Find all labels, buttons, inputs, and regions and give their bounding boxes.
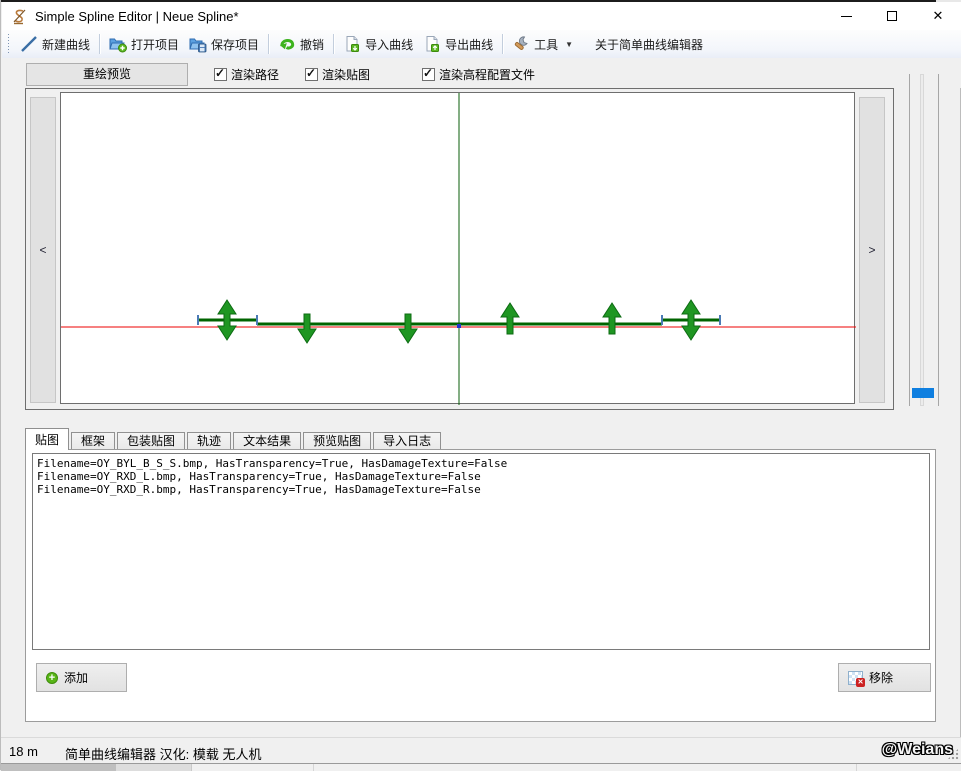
toolbar-separator [502, 34, 503, 54]
caret-down-icon: ▼ [565, 40, 573, 49]
minimize-button[interactable] [823, 2, 869, 30]
status-length: 18 m [9, 744, 38, 759]
add-texture-button[interactable]: + 添加 [36, 663, 127, 692]
remove-x-icon: ✕ [856, 678, 865, 687]
render-texture-checkbox[interactable]: ✓ 渲染贴图 [305, 66, 370, 83]
status-bar: 18 m 简单曲线编辑器 汉化: 模载 无人机 @Weians [1, 737, 961, 763]
toolbar-separator [333, 34, 334, 54]
texture-list-item: Filename=OY_RXD_L.bmp, HasTransparency=T… [37, 470, 481, 483]
pan-left-button[interactable]: < [30, 97, 56, 403]
add-plus-icon: + [46, 672, 58, 684]
tab-strip: 贴图 框架 包装贴图 轨迹 文本结果 预览贴图 导入日志 [25, 428, 936, 450]
zoom-slider[interactable] [901, 72, 946, 410]
close-button[interactable]: ✕ [915, 2, 961, 30]
close-icon: ✕ [933, 8, 944, 24]
options-row: 重绘预览 ✓ 渲染路径 ✓ 渲染贴图 ✓ 渲染高程配置文件 [2, 58, 961, 88]
tab-preview-texture[interactable]: 预览贴图 [303, 432, 371, 450]
checkbox-checked-icon: ✓ [305, 68, 318, 81]
checkbox-checked-icon: ✓ [214, 68, 227, 81]
redraw-preview-button[interactable]: 重绘预览 [26, 63, 188, 86]
checkbox-checked-icon: ✓ [422, 68, 435, 81]
maximize-icon [887, 11, 897, 21]
titlebar: Simple Spline Editor | Neue Spline* ✕ [2, 2, 961, 30]
status-app-info: 简单曲线编辑器 汉化: 模载 无人机 [65, 744, 261, 763]
watermark: @Weians [882, 741, 953, 759]
wrench-icon [512, 35, 530, 53]
tab-textures[interactable]: 贴图 [25, 428, 69, 450]
import-curve-button[interactable]: 导入曲线 [338, 32, 418, 56]
remove-image-icon: ✕ [848, 671, 863, 685]
spline-canvas[interactable] [60, 92, 855, 404]
tab-text-result[interactable]: 文本结果 [233, 432, 301, 450]
new-curve-button[interactable]: 新建曲线 [15, 32, 95, 56]
main-toolbar: 新建曲线 打开项目 保存项目 [2, 30, 961, 58]
pan-right-button[interactable]: > [859, 97, 885, 403]
remove-texture-button[interactable]: ✕ 移除 [838, 663, 931, 692]
undo-button[interactable]: 撤销 [273, 32, 329, 56]
spline-drawing [61, 93, 856, 405]
app-icon [11, 8, 28, 25]
tab-page-textures: Filename=OY_BYL_B_S_S.bmp, HasTransparen… [25, 449, 936, 722]
tab-import-log[interactable]: 导入日志 [373, 432, 441, 450]
texture-list-item: Filename=OY_RXD_R.bmp, HasTransparency=T… [37, 483, 481, 496]
tools-dropdown-button[interactable]: 工具 ▼ [507, 32, 578, 56]
screen-bottom-edge [1, 763, 961, 770]
spline-editor-panel: < > [25, 88, 894, 410]
slider-thumb[interactable] [912, 388, 934, 398]
maximize-button[interactable] [869, 2, 915, 30]
render-elevation-profile-checkbox[interactable]: ✓ 渲染高程配置文件 [422, 66, 535, 83]
toolbar-grip [7, 34, 10, 54]
open-folder-plus-icon [109, 35, 127, 53]
undo-icon [278, 35, 296, 53]
tab-frames[interactable]: 框架 [71, 432, 115, 450]
tab-wrap-textures[interactable]: 包装贴图 [117, 432, 185, 450]
window-title: Simple Spline Editor | Neue Spline* [35, 9, 239, 24]
save-folder-icon [189, 35, 207, 53]
slider-track[interactable] [920, 74, 924, 406]
export-curve-button[interactable]: 导出曲线 [418, 32, 498, 56]
app-window: Simple Spline Editor | Neue Spline* ✕ 新建… [0, 0, 961, 770]
about-button[interactable]: 关于简单曲线编辑器 [590, 33, 708, 56]
slider-tick-line [938, 74, 939, 406]
texture-list[interactable]: Filename=OY_BYL_B_S_S.bmp, HasTransparen… [32, 453, 930, 650]
toolbar-separator [268, 34, 269, 54]
export-curve-icon [423, 35, 441, 53]
toolbar-separator [99, 34, 100, 54]
open-project-button[interactable]: 打开项目 [104, 32, 184, 56]
render-path-checkbox[interactable]: ✓ 渲染路径 [214, 66, 279, 83]
import-curve-icon [343, 35, 361, 53]
save-project-button[interactable]: 保存项目 [184, 32, 264, 56]
tab-track[interactable]: 轨迹 [187, 432, 231, 450]
window-controls: ✕ [823, 2, 961, 30]
minimize-icon [841, 16, 852, 17]
new-curve-icon [20, 35, 38, 53]
texture-list-item: Filename=OY_BYL_B_S_S.bmp, HasTransparen… [37, 457, 507, 470]
slider-tick-line [909, 74, 910, 406]
